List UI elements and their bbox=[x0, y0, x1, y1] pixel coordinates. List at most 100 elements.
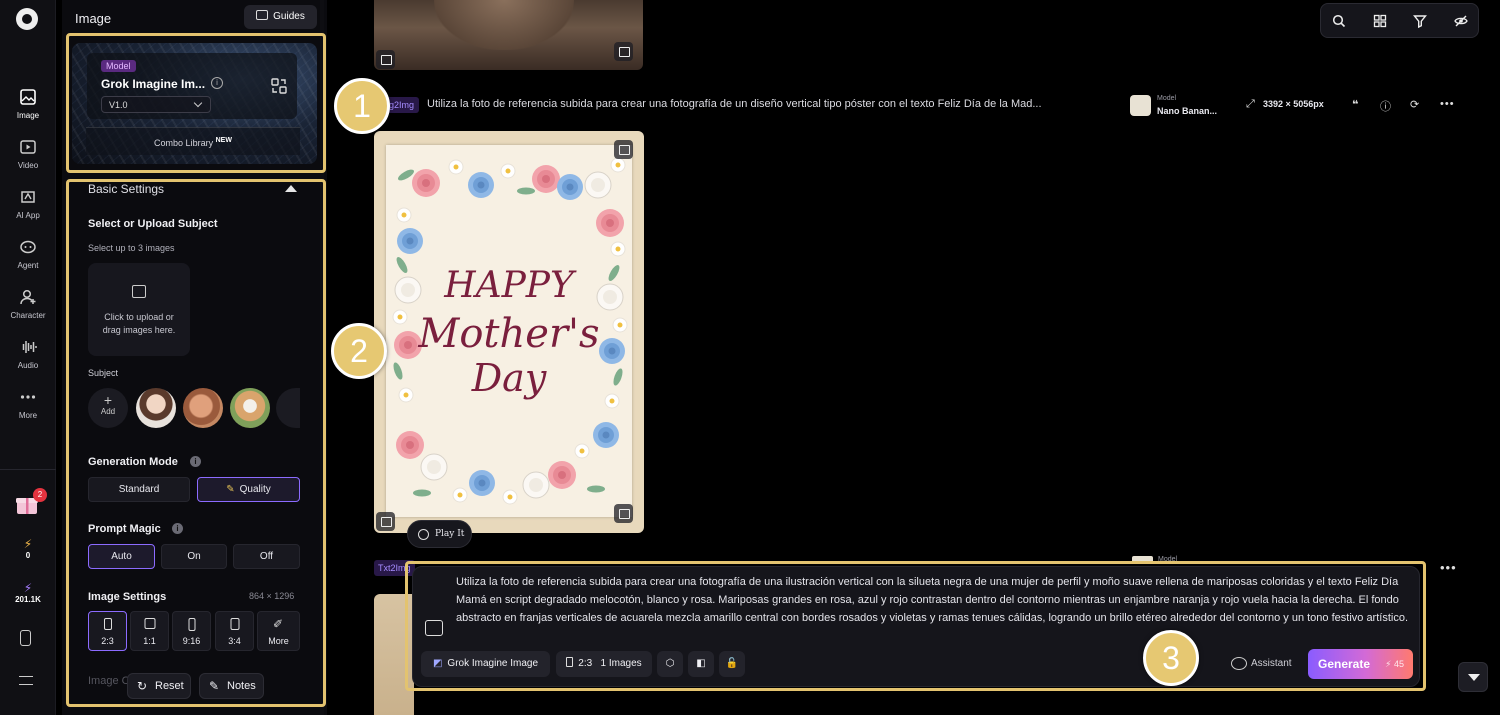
model-tag: Model bbox=[101, 60, 136, 72]
upload-image-icon bbox=[132, 285, 146, 298]
generate-button[interactable]: Generate ⚡ 45 bbox=[1308, 649, 1413, 679]
ratio-chip-label: 2:3 bbox=[578, 658, 593, 669]
previous-image-thumbnail[interactable] bbox=[374, 0, 643, 70]
model-info-icon[interactable]: i bbox=[211, 77, 223, 89]
annotation-number-2: 2 bbox=[331, 323, 387, 379]
model-chip-label: Grok Imagine Image bbox=[447, 658, 539, 669]
ratio-2-3[interactable]: 2:3 bbox=[88, 611, 127, 651]
expand-icon: ⤢ bbox=[1246, 98, 1255, 110]
grid-view-icon[interactable] bbox=[1373, 14, 1387, 28]
rail-label: Character bbox=[10, 311, 46, 320]
ratio-label: 2:3 bbox=[101, 636, 114, 646]
rail-item-ai-app[interactable]: AI App bbox=[0, 188, 56, 220]
more-options-icon[interactable]: ••• bbox=[1440, 98, 1455, 110]
ratio-icon bbox=[566, 657, 574, 667]
lightning-icon: ⚡ bbox=[23, 537, 33, 551]
notes-icon: ✎ bbox=[209, 679, 220, 693]
prompt-composer: Utiliza la foto de referencia subida par… bbox=[412, 566, 1420, 687]
ratio-square-icon bbox=[144, 618, 155, 629]
camera-settings-icon[interactable]: ◧ bbox=[688, 651, 714, 677]
notes-button[interactable]: ✎ Notes bbox=[199, 673, 264, 699]
subject-avatar[interactable] bbox=[136, 388, 176, 428]
magic-off[interactable]: Off bbox=[233, 544, 300, 569]
credits-stat[interactable]: ⚡ 201.1K bbox=[0, 581, 56, 604]
quality-icon: ✎ bbox=[226, 484, 235, 495]
gift-button[interactable]: 2 bbox=[15, 488, 47, 515]
mode-standard[interactable]: Standard bbox=[88, 477, 190, 502]
style-icon[interactable]: ⬡ bbox=[657, 651, 683, 677]
mobile-icon[interactable] bbox=[20, 630, 31, 646]
guides-button[interactable]: Guides bbox=[244, 5, 317, 29]
ratio-1-1[interactable]: 1:1 bbox=[130, 611, 169, 651]
play-it-button[interactable]: Play It bbox=[407, 520, 472, 548]
energy-stat[interactable]: ⚡ 0 bbox=[0, 537, 56, 560]
magic-auto[interactable]: Auto bbox=[88, 544, 155, 569]
poster-line-3: Day bbox=[471, 356, 547, 400]
info-icon[interactable]: i bbox=[172, 523, 183, 534]
reset-button[interactable]: ↻ Reset bbox=[127, 673, 191, 699]
menu-icon[interactable] bbox=[19, 676, 33, 685]
mode-quality[interactable]: ✎ Quality bbox=[197, 477, 300, 502]
rail-item-character[interactable]: Character bbox=[0, 288, 56, 320]
add-subject-button[interactable]: + Add bbox=[88, 388, 128, 428]
poster-line-1: HAPPY bbox=[443, 265, 577, 306]
collapse-caret-icon[interactable] bbox=[285, 185, 297, 192]
scroll-down-button[interactable] bbox=[1458, 662, 1488, 692]
info-icon[interactable]: i bbox=[190, 456, 201, 467]
subject-avatar[interactable] bbox=[230, 388, 270, 428]
magic-on[interactable]: On bbox=[161, 544, 227, 569]
left-rail: Image Video AI App Agent Character Audio… bbox=[0, 0, 56, 715]
upload-dropzone[interactable]: Click to upload or drag images here. bbox=[88, 263, 190, 356]
edit-icon[interactable] bbox=[614, 504, 633, 523]
edit-icon[interactable] bbox=[614, 42, 633, 61]
ratio-9-16[interactable]: 9:16 bbox=[172, 611, 211, 651]
model-key: Model bbox=[1157, 95, 1177, 102]
credits-value: 201.1K bbox=[15, 595, 41, 604]
search-icon[interactable] bbox=[1332, 14, 1346, 28]
combo-library-button[interactable]: Combo Library NEW bbox=[86, 127, 300, 155]
app-logo-icon[interactable] bbox=[16, 8, 38, 30]
quote-icon[interactable]: ❝ bbox=[1352, 98, 1358, 111]
panel-scrollbar[interactable] bbox=[320, 0, 324, 715]
model-value: Nano Banan... bbox=[1157, 106, 1218, 116]
ratio-count-chip[interactable]: 2:3 1 Images bbox=[556, 651, 652, 677]
basic-settings-header[interactable]: Basic Settings bbox=[88, 182, 164, 196]
gift-badge: 2 bbox=[33, 488, 47, 502]
more-options-icon[interactable]: ••• bbox=[1440, 560, 1457, 575]
prompt-textarea[interactable]: Utiliza la foto de referencia subida par… bbox=[456, 573, 1411, 627]
generated-poster-image[interactable]: HAPPY Mother's Day bbox=[374, 131, 644, 533]
save-icon[interactable] bbox=[376, 512, 395, 531]
add-image-icon[interactable] bbox=[425, 620, 443, 636]
add-to-canvas-icon[interactable] bbox=[614, 140, 633, 159]
subject-avatar[interactable] bbox=[183, 388, 223, 428]
save-icon[interactable] bbox=[376, 50, 395, 69]
combo-label: Combo Library bbox=[154, 138, 214, 148]
switch-model-icon[interactable] bbox=[271, 78, 287, 94]
rail-item-more[interactable]: More bbox=[0, 388, 56, 420]
refresh-icon[interactable]: ⟳ bbox=[1410, 98, 1419, 111]
filter-icon[interactable] bbox=[1413, 14, 1427, 28]
rail-item-image[interactable]: Image bbox=[0, 88, 56, 120]
model-chip[interactable]: ◩ Grok Imagine Image bbox=[421, 651, 550, 677]
ratio-3-4[interactable]: 3:4 bbox=[215, 611, 254, 651]
hide-icon[interactable] bbox=[1454, 14, 1468, 28]
mode-quality-label: Quality bbox=[239, 484, 271, 495]
info-icon[interactable]: ⓘ bbox=[1380, 98, 1391, 114]
rail-item-audio[interactable]: Audio bbox=[0, 338, 56, 370]
prompt-text[interactable]: Utiliza la foto de referencia subida par… bbox=[427, 98, 1127, 110]
annotation-number-3: 3 bbox=[1143, 630, 1199, 686]
credits-icon: ⚡ bbox=[23, 581, 33, 595]
ratio-more[interactable]: ✐ More bbox=[257, 611, 300, 651]
assistant-button[interactable]: Assistant bbox=[1231, 657, 1292, 670]
rail-item-agent[interactable]: Agent bbox=[0, 238, 56, 270]
generate-label: Generate bbox=[1318, 657, 1371, 671]
panel-title: Image bbox=[75, 11, 112, 26]
model-version-select[interactable]: V1.0 bbox=[101, 96, 211, 113]
lock-icon[interactable]: 🔓 bbox=[719, 651, 745, 677]
rail-item-video[interactable]: Video bbox=[0, 138, 56, 170]
next-image-thumbnail[interactable] bbox=[374, 594, 414, 715]
model-name[interactable]: Grok Imagine Im... bbox=[101, 77, 205, 91]
ratio-label: 1:1 bbox=[143, 636, 156, 646]
poster-floral-art: HAPPY Mother's Day bbox=[391, 157, 628, 505]
image-count-label: Image C bbox=[88, 675, 130, 687]
